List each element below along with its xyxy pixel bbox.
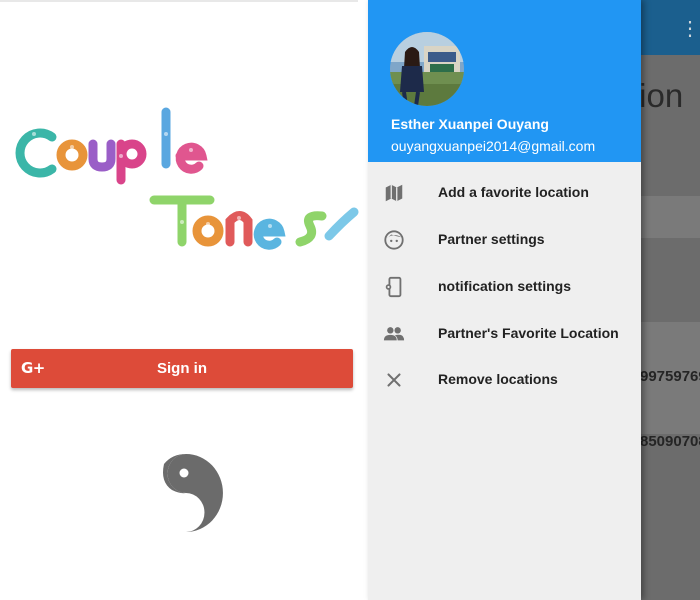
top-divider [0,0,358,2]
menu-item-label: Partner's Favorite Location [438,325,619,341]
navigation-drawer: Esther Xuanpei Ouyang ouyangxuanpei2014@… [368,0,641,600]
menu-item-partners-favorite-location[interactable]: Partner's Favorite Location [368,311,641,357]
menu-item-label: Add a favorite location [438,184,589,200]
google-signin-button[interactable]: G+ Sign in [11,349,353,388]
map-icon [385,184,403,202]
menu-item-label: notification settings [438,278,571,294]
menu-item-remove-locations[interactable]: Remove locations [368,357,641,403]
phone-settings-icon [385,276,402,298]
user-avatar[interactable] [390,32,464,106]
menu-item-partner-settings[interactable]: Partner settings [368,217,641,263]
couple-tones-logo [15,107,359,250]
people-icon [383,327,405,341]
user-name: Esther Xuanpei Ouyang [391,116,549,132]
user-email: ouyangxuanpei2014@gmail.com [391,138,596,154]
signin-screen: G+ Sign in [0,0,368,600]
menu-item-notification-settings[interactable]: notification settings [368,264,641,310]
menu-item-label: Partner settings [438,231,545,247]
yin-yang-icon [163,454,223,532]
drawer-header: Esther Xuanpei Ouyang ouyangxuanpei2014@… [368,0,641,162]
face-icon [384,230,404,250]
signin-button-label: Sign in [157,360,207,377]
menu-item-add-favorite-location[interactable]: Add a favorite location [368,170,641,216]
close-icon [387,373,401,387]
menu-item-label: Remove locations [438,371,558,387]
